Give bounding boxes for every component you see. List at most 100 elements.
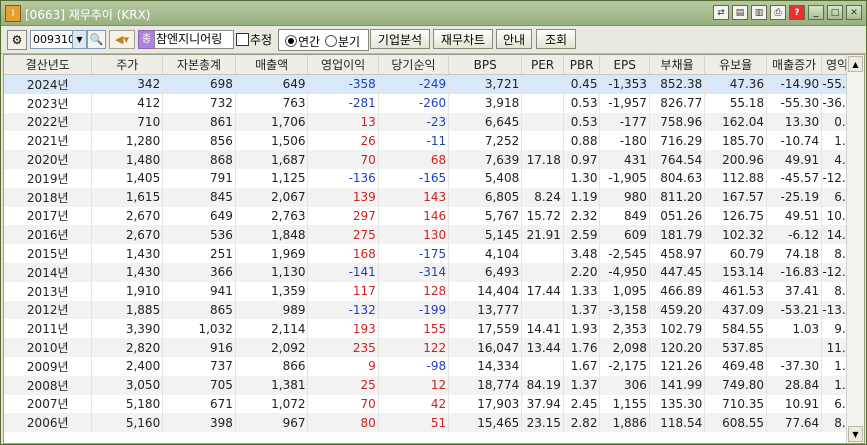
column-header[interactable]: BPS	[448, 55, 523, 75]
annual-radio[interactable]	[285, 35, 297, 47]
table-cell: 2018년	[4, 187, 93, 207]
guide-button[interactable]: 안내	[496, 29, 532, 49]
table-row[interactable]: 2015년 1,430 251 1,969 168 -175 4,104 3.48 -2,545…	[4, 244, 864, 263]
table-cell: 84.19	[521, 375, 564, 395]
table-cell: 68	[378, 150, 450, 169]
table-row[interactable]: 2016년 2,670 536 1,848 275 130 5,145 21.91 2.59 60…	[4, 225, 864, 245]
column-header[interactable]: 매출액	[235, 55, 309, 75]
table-cell: 251	[162, 244, 236, 263]
quarter-radio-label: 분기	[338, 35, 361, 49]
company-analysis-button[interactable]: 기업분석	[370, 29, 430, 49]
table-row[interactable]: 2013년 1,910 941 1,359 117 128 14,404 17.44 1.33 1…	[4, 281, 864, 301]
table-cell: -199	[378, 300, 450, 320]
table-cell: 763	[235, 93, 309, 113]
table-row[interactable]: 2021년 1,280 856 1,506 26 -11 7,252 0.88 -180 716.…	[4, 131, 864, 151]
table-cell	[521, 112, 564, 132]
company-name-field[interactable]: 참엔지니어링	[154, 30, 234, 49]
table-row[interactable]: 2018년 1,615 845 2,067 139 143 6,805 8.24 1.19 980…	[4, 187, 864, 207]
table-cell: 14.41	[521, 319, 564, 339]
column-header[interactable]: EPS	[599, 55, 650, 75]
table-cell: 2.45	[563, 394, 601, 414]
table-cell: -249	[378, 74, 450, 94]
scroll-down-icon[interactable]: ▼	[848, 426, 863, 442]
table-cell: 856	[162, 131, 236, 151]
table-row[interactable]: 2024년 342 698 649 -358 -249 3,721 0.45 -1,353 852…	[4, 74, 864, 94]
table-row[interactable]: 2008년 3,050 705 1,381 25 12 18,774 84.19 1.37 306…	[4, 375, 864, 395]
table-cell: 37.94	[521, 394, 564, 414]
column-header[interactable]: 유보율	[704, 55, 768, 75]
quarter-radio[interactable]	[325, 35, 337, 47]
table-cell: 121.26	[649, 356, 706, 376]
table-cell	[521, 93, 564, 113]
table-cell: -177	[599, 112, 650, 132]
table-row[interactable]: 2020년 1,480 868 1,687 70 68 7,639 17.18 0.97 431 7…	[4, 150, 864, 169]
speaker-icon[interactable]: ◀▾	[109, 30, 135, 49]
chevron-down-icon[interactable]: ▼	[72, 30, 87, 49]
table-row[interactable]: 2011년 3,390 1,032 2,114 193 155 17,559 14.41 1.9…	[4, 319, 864, 339]
table-row[interactable]: 2017년 2,670 649 2,763 297 146 5,767 15.72 2.32 84…	[4, 206, 864, 226]
table-cell: -16.83	[766, 262, 823, 282]
table-cell: 13	[307, 112, 379, 132]
table-cell	[766, 338, 823, 357]
column-header[interactable]: PBR	[563, 55, 601, 75]
table-cell: 865	[162, 300, 236, 320]
title-bar[interactable]: I [0663] 재무추이 (KRX) ⇄ ▤ ▥ ⎙ ? _ □ ✕	[1, 1, 866, 26]
table-cell: 2009년	[4, 356, 93, 376]
table-cell: 235	[307, 338, 379, 357]
table-cell: 2022년	[4, 112, 93, 132]
table-cell: 1.19	[563, 187, 601, 207]
vertical-scrollbar[interactable]: ▲ ▼	[846, 55, 864, 443]
financial-chart-button[interactable]: 재무차트	[433, 29, 493, 49]
table-cell: -10.74	[766, 131, 823, 151]
table-row[interactable]: 2010년 2,820 916 2,092 235 122 16,047 13.44 1.76 2…	[4, 338, 864, 357]
table-row[interactable]: 2006년 5,160 398 967 80 51 15,465 23.15 2.82 1,886…	[4, 413, 864, 433]
table-cell: 1,885	[91, 300, 164, 320]
column-header[interactable]: 영업이익	[307, 55, 379, 75]
minimize-button[interactable]: _	[808, 5, 824, 20]
print-icon[interactable]: ⎙	[770, 5, 786, 20]
table-row[interactable]: 2012년 1,885 865 989 -132 -199 13,777 1.37 -3,158…	[4, 300, 864, 320]
column-header[interactable]: 주가	[91, 55, 164, 75]
column-header[interactable]: 자본총계	[162, 55, 236, 75]
table-cell: 804.63	[649, 168, 706, 188]
table-cell: 3,390	[91, 319, 164, 339]
table-cell: 168	[307, 244, 379, 263]
search-icon[interactable]: 🔍	[87, 30, 106, 49]
help-icon[interactable]: ?	[789, 5, 805, 20]
table-cell: 3,050	[91, 375, 164, 395]
column-header[interactable]: PER	[521, 55, 564, 75]
close-button[interactable]: ✕	[846, 5, 862, 20]
table-cell: 3,918	[448, 93, 523, 113]
table-cell: 21.91	[521, 225, 564, 245]
maximize-button[interactable]: □	[827, 5, 843, 20]
table-cell: 732	[162, 93, 236, 113]
table-row[interactable]: 2009년 2,400 737 866 9 -98 14,334 1.67 -2,175 121.…	[4, 356, 864, 376]
search-button[interactable]: 조회	[536, 29, 576, 49]
stock-code-input[interactable]: 009310	[30, 30, 75, 49]
scroll-up-icon[interactable]: ▲	[848, 56, 863, 72]
table-cell: 4,104	[448, 244, 523, 263]
column-header[interactable]: 부채율	[649, 55, 706, 75]
column-header[interactable]: 매출증가	[766, 55, 823, 75]
table-row[interactable]: 2014년 1,430 366 1,130 -141 -314 6,493 2.20 -4,95…	[4, 262, 864, 282]
table-cell: 7,252	[448, 131, 523, 151]
table-cell: 398	[162, 413, 236, 433]
company-badge[interactable]: 종	[138, 30, 155, 49]
copy-icon[interactable]: ▤	[732, 5, 748, 20]
table-cell: 2.59	[563, 225, 601, 245]
table-cell: 1,706	[235, 112, 309, 132]
column-header[interactable]: 당기순익	[378, 55, 450, 75]
table-row[interactable]: 2007년 5,180 671 1,072 70 42 17,903 37.94 2.45 1,1…	[4, 394, 864, 414]
table-row[interactable]: 2022년 710 861 1,706 13 -23 6,645 0.53 -177 758.96…	[4, 112, 864, 132]
table-cell: 791	[162, 168, 236, 188]
table-cell: 1.37	[563, 300, 601, 320]
column-header[interactable]: 결산년도	[4, 55, 93, 75]
table-cell: -141	[307, 262, 379, 282]
export-icon[interactable]: ▥	[751, 5, 767, 20]
gear-icon[interactable]: ⚙	[7, 30, 27, 50]
link-icon[interactable]: ⇄	[713, 5, 729, 20]
table-cell: 737	[162, 356, 236, 376]
table-row[interactable]: 2019년 1,405 791 1,125 -136 -165 5,408 1.30 -1,90…	[4, 168, 864, 188]
estimate-checkbox[interactable]	[236, 33, 249, 46]
table-row[interactable]: 2023년 412 732 763 -281 -260 3,918 0.53 -1,957 826…	[4, 93, 864, 113]
